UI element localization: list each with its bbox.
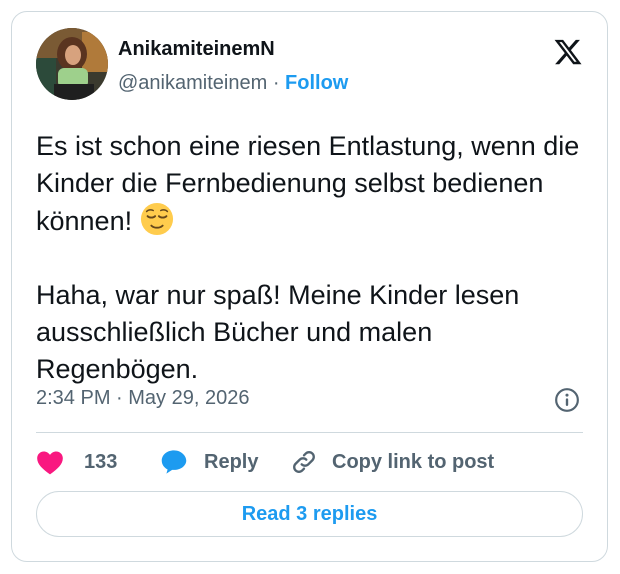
x-logo-icon[interactable] (551, 37, 585, 67)
reply-button[interactable]: Reply (160, 446, 258, 478)
timestamp[interactable]: 2:34 PM · May 29, 2026 (36, 387, 249, 410)
tweet-text-paragraph-1: Es ist schon eine riesen Entlastung, wen… (36, 131, 580, 236)
tweet-card: AnikamiteinemN @anikamiteinem · Follow E… (11, 11, 608, 562)
copy-link-button[interactable]: Copy link to post (290, 446, 494, 478)
display-name[interactable]: AnikamiteinemN (118, 38, 275, 61)
info-icon[interactable] (554, 387, 580, 413)
avatar[interactable] (36, 28, 108, 100)
handle-row: @anikamiteinem · Follow (118, 72, 348, 95)
tweet-text-paragraph-2: Haha, war nur spaß! Meine Kinder lesen a… (36, 280, 520, 384)
link-icon (293, 451, 315, 473)
reply-label: Reply (204, 450, 259, 473)
divider (36, 432, 583, 433)
tweet-text: Es ist schon eine riesen Entlastung, wen… (36, 128, 596, 388)
heart-icon (37, 451, 63, 475)
separator: · (272, 72, 280, 94)
like-count: 133 (84, 450, 118, 473)
avatar-image (36, 28, 108, 100)
follow-button[interactable]: Follow (285, 72, 348, 94)
handle[interactable]: @anikamiteinem (118, 72, 267, 94)
relieved-face-emoji-icon (140, 202, 173, 236)
like-button[interactable]: 133 (36, 446, 117, 478)
reply-bubble-icon (161, 450, 187, 474)
copy-link-label: Copy link to post (332, 450, 495, 473)
read-replies-button[interactable]: Read 3 replies (36, 491, 583, 537)
